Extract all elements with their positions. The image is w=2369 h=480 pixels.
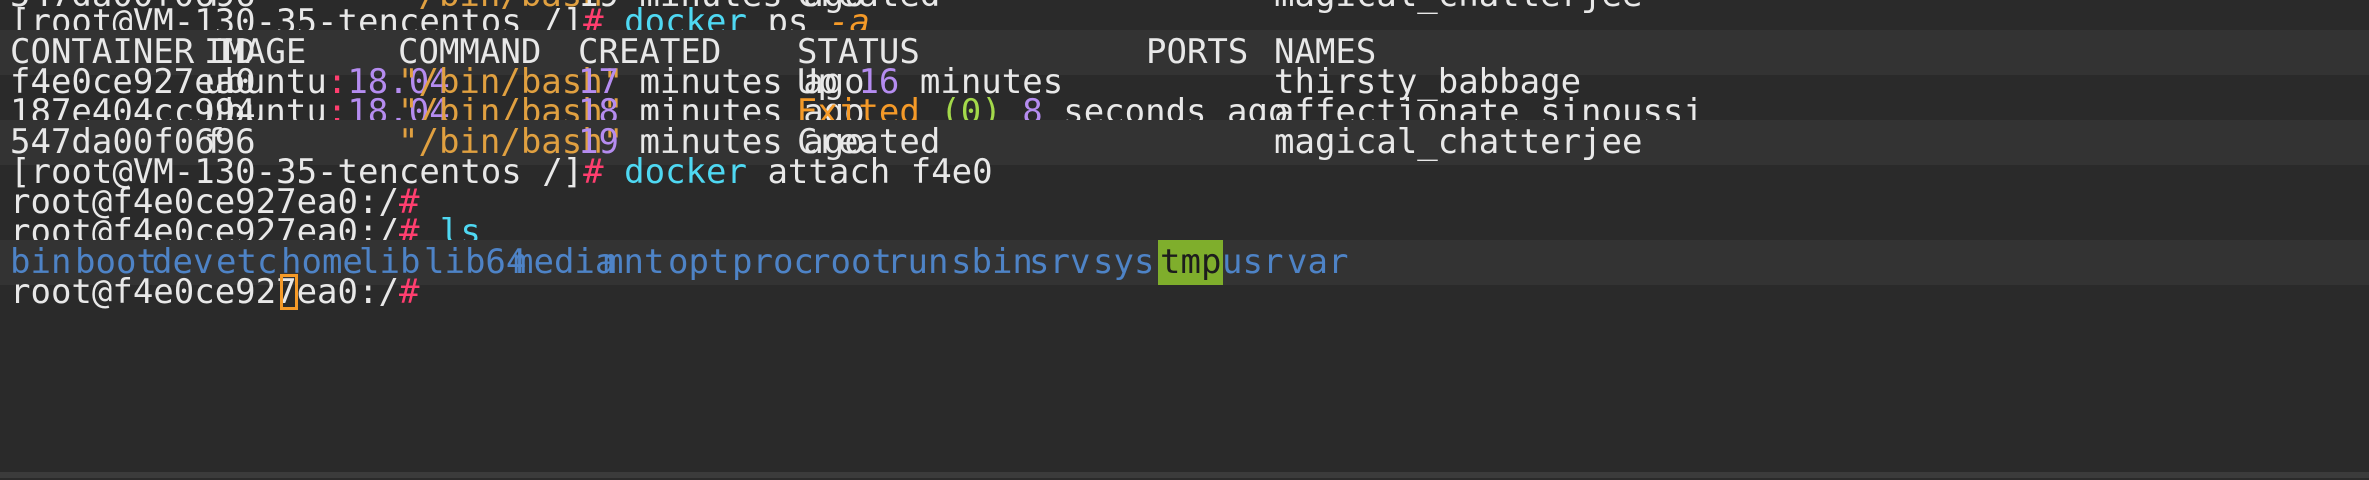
current-prompt-line[interactable]: root@f4e0ce927ea0:/# bbox=[0, 270, 2369, 315]
prompt: root@f4e0ce927ea0:/# bbox=[10, 270, 419, 315]
terminal-window[interactable]: 547da00f0696 f "/bin/bash" 19 minutes ag… bbox=[0, 0, 2369, 478]
prompt-hash: # bbox=[398, 272, 420, 312]
text-cursor[interactable] bbox=[280, 274, 298, 310]
terminal-bottom-bar bbox=[0, 472, 2369, 478]
prompt-host: root@f4e0ce927ea0:/ bbox=[10, 272, 399, 312]
